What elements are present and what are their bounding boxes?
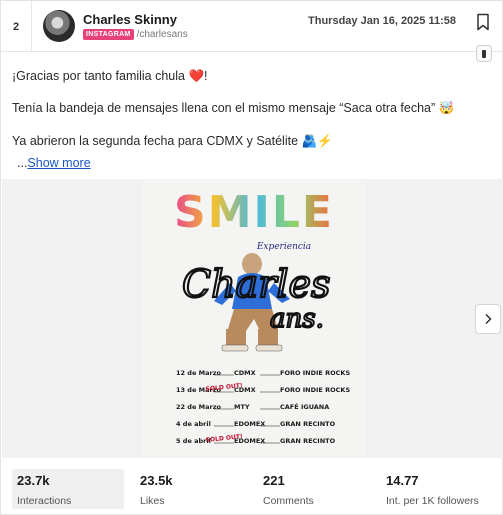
tour-venue: FORO INDIE ROCKS <box>280 369 350 377</box>
tour-date: 12 de Marzo <box>176 369 221 377</box>
stat-label: Int. per 1K followers <box>386 495 479 507</box>
show-more-row: ...Show more <box>17 156 91 170</box>
poster-script-2: ans. <box>270 304 324 334</box>
show-more-link[interactable]: Show more <box>27 156 90 170</box>
stat-value: 14.77 <box>386 473 419 488</box>
post-timestamp: Thursday Jan 16, 2025 11:58 <box>308 15 456 27</box>
tour-venue: GRAN RECINTO <box>280 437 336 445</box>
poster-artwork: SMILE Experiencia Charles ans. 12 de Mar… <box>174 187 350 445</box>
post-text-line-1: ¡Gracias por tanto familia chula ❤️! <box>12 69 208 83</box>
avatar[interactable] <box>43 10 75 42</box>
tour-city: CDMX <box>234 369 256 377</box>
post-header: 2 Charles Skinny INSTAGRAM /charlesans T… <box>1 1 502 52</box>
stat-comments[interactable]: 221 Comments <box>258 469 358 509</box>
stat-label: Interactions <box>17 495 72 507</box>
media-area: SMILE Experiencia Charles ans. 12 de Mar… <box>2 179 503 458</box>
stat-int-per-1k[interactable]: 14.77 Int. per 1K followers <box>381 469 499 509</box>
post-card: 2 Charles Skinny INSTAGRAM /charlesans T… <box>0 0 503 515</box>
poster-script: Charles <box>182 262 331 306</box>
post-text-line-3: Ya abrieron la segunda fecha para CDMX y… <box>12 134 333 148</box>
stat-value: 23.5k <box>140 473 173 488</box>
carousel-next-button[interactable] <box>475 304 501 334</box>
tour-date: 22 de Marzo <box>176 403 221 411</box>
poster-headline: SMILE <box>174 187 334 238</box>
chevron-right-icon <box>485 313 492 325</box>
platform-row: INSTAGRAM /charlesans <box>83 29 188 40</box>
tour-venue: GRAN RECINTO <box>280 420 336 428</box>
stats-bar: 23.7k Interactions 23.5k Likes 221 Comme… <box>1 460 502 515</box>
tour-date: 4 de abril <box>176 420 211 428</box>
tour-venue: CAFÉ IGUANA <box>280 402 329 411</box>
rank-number: 2 <box>1 1 32 52</box>
author-handle[interactable]: /charlesans <box>137 29 188 40</box>
scrollbar-handle[interactable] <box>476 45 492 62</box>
stat-label: Likes <box>140 495 165 507</box>
post-image[interactable]: SMILE Experiencia Charles ans. 12 de Mar… <box>142 179 366 458</box>
platform-badge: INSTAGRAM <box>83 29 134 40</box>
stat-interactions[interactable]: 23.7k Interactions <box>12 469 124 509</box>
bookmark-icon[interactable] <box>476 13 490 31</box>
ellipsis: ... <box>17 156 28 170</box>
tour-dates: 12 de Marzo CDMX FORO INDIE ROCKS13 de Mar… <box>176 369 350 445</box>
author-name[interactable]: Charles Skinny <box>83 12 177 27</box>
stat-label: Comments <box>263 495 314 507</box>
poster-subtitle: Experiencia <box>256 242 311 252</box>
tour-city: MTY <box>234 403 250 411</box>
tour-venue: FORO INDIE ROCKS <box>280 386 350 394</box>
post-text-line-2: Tenía la bandeja de mensajes llena con e… <box>12 101 455 115</box>
stat-likes[interactable]: 23.5k Likes <box>135 469 235 509</box>
tour-city: EDOMEX <box>234 420 265 428</box>
stat-value: 221 <box>263 473 285 488</box>
stat-value: 23.7k <box>17 473 50 488</box>
